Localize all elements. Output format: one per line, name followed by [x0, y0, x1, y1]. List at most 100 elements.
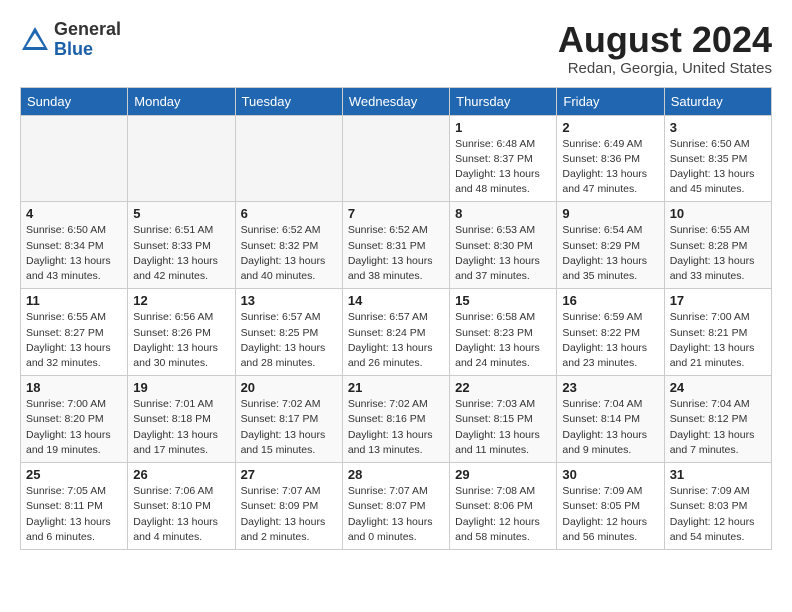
calendar-cell: 27 Sunrise: 7:07 AMSunset: 8:09 PMDayligh… — [235, 463, 342, 550]
weekday-header-saturday: Saturday — [664, 87, 771, 115]
day-number: 24 — [670, 380, 766, 395]
calendar-week-5: 25 Sunrise: 7:05 AMSunset: 8:11 PMDayligh… — [21, 463, 772, 550]
day-info: Sunrise: 6:53 AMSunset: 8:30 PMDaylight:… — [455, 223, 551, 284]
day-info: Sunrise: 7:00 AMSunset: 8:21 PMDaylight:… — [670, 310, 766, 371]
calendar-cell: 21 Sunrise: 7:02 AMSunset: 8:16 PMDayligh… — [342, 376, 449, 463]
day-info: Sunrise: 7:03 AMSunset: 8:15 PMDaylight:… — [455, 397, 551, 458]
day-number: 1 — [455, 120, 551, 135]
calendar-week-2: 4Sunrise: 6:50 AMSunset: 8:34 PMDaylight… — [21, 202, 772, 289]
day-number: 17 — [670, 293, 766, 308]
day-info: Sunrise: 7:07 AMSunset: 8:09 PMDaylight:… — [241, 484, 337, 545]
day-number: 20 — [241, 380, 337, 395]
day-number: 23 — [562, 380, 658, 395]
day-number: 18 — [26, 380, 122, 395]
calendar-cell: 22 Sunrise: 7:03 AMSunset: 8:15 PMDayligh… — [450, 376, 557, 463]
day-info: Sunrise: 7:09 AMSunset: 8:05 PMDaylight:… — [562, 484, 658, 545]
calendar-table: SundayMondayTuesdayWednesdayThursdayFrid… — [20, 87, 772, 550]
calendar-cell: 8Sunrise: 6:53 AMSunset: 8:30 PMDaylight… — [450, 202, 557, 289]
calendar-cell: 23 Sunrise: 7:04 AMSunset: 8:14 PMDayligh… — [557, 376, 664, 463]
logo-blue: Blue — [54, 39, 93, 59]
day-number: 29 — [455, 467, 551, 482]
day-number: 26 — [133, 467, 229, 482]
logo-general: General — [54, 19, 121, 39]
day-info: Sunrise: 6:49 AMSunset: 8:36 PMDaylight:… — [562, 137, 658, 198]
calendar-cell — [235, 115, 342, 202]
day-number: 9 — [562, 206, 658, 221]
calendar-cell: 19 Sunrise: 7:01 AMSunset: 8:18 PMDayligh… — [128, 376, 235, 463]
day-number: 22 — [455, 380, 551, 395]
calendar-cell: 7 Sunrise: 6:52 AMSunset: 8:31 PMDaylight… — [342, 202, 449, 289]
day-number: 14 — [348, 293, 444, 308]
calendar-cell — [342, 115, 449, 202]
calendar-week-1: 1 Sunrise: 6:48 AMSunset: 8:37 PMDaylight… — [21, 115, 772, 202]
calendar-cell: 28Sunrise: 7:07 AMSunset: 8:07 PMDayligh… — [342, 463, 449, 550]
day-info: Sunrise: 6:58 AMSunset: 8:23 PMDaylight:… — [455, 310, 551, 371]
weekday-header-monday: Monday — [128, 87, 235, 115]
calendar-cell: 6Sunrise: 6:52 AMSunset: 8:32 PMDaylight… — [235, 202, 342, 289]
weekday-header-sunday: Sunday — [21, 87, 128, 115]
calendar-cell: 14Sunrise: 6:57 AMSunset: 8:24 PMDayligh… — [342, 289, 449, 376]
calendar-cell: 30 Sunrise: 7:09 AMSunset: 8:05 PMDayligh… — [557, 463, 664, 550]
day-info: Sunrise: 6:57 AMSunset: 8:25 PMDaylight:… — [241, 310, 337, 371]
calendar-cell: 18 Sunrise: 7:00 AMSunset: 8:20 PMDayligh… — [21, 376, 128, 463]
calendar-cell: 29Sunrise: 7:08 AMSunset: 8:06 PMDayligh… — [450, 463, 557, 550]
day-number: 25 — [26, 467, 122, 482]
calendar-week-3: 11Sunrise: 6:55 AMSunset: 8:27 PMDayligh… — [21, 289, 772, 376]
calendar-week-4: 18 Sunrise: 7:00 AMSunset: 8:20 PMDayligh… — [21, 376, 772, 463]
calendar-cell: 10Sunrise: 6:55 AMSunset: 8:28 PMDayligh… — [664, 202, 771, 289]
calendar-cell — [128, 115, 235, 202]
day-number: 12 — [133, 293, 229, 308]
calendar-cell: 16Sunrise: 6:59 AMSunset: 8:22 PMDayligh… — [557, 289, 664, 376]
weekday-header-thursday: Thursday — [450, 87, 557, 115]
day-number: 6 — [241, 206, 337, 221]
day-number: 3 — [670, 120, 766, 135]
day-info: Sunrise: 7:04 AMSunset: 8:12 PMDaylight:… — [670, 397, 766, 458]
weekday-header-row: SundayMondayTuesdayWednesdayThursdayFrid… — [21, 87, 772, 115]
day-number: 31 — [670, 467, 766, 482]
calendar-cell: 17 Sunrise: 7:00 AMSunset: 8:21 PMDayligh… — [664, 289, 771, 376]
logo-icon — [20, 25, 50, 55]
day-number: 4 — [26, 206, 122, 221]
calendar-cell — [21, 115, 128, 202]
calendar-cell: 20Sunrise: 7:02 AMSunset: 8:17 PMDayligh… — [235, 376, 342, 463]
logo: General Blue — [20, 20, 121, 60]
day-info: Sunrise: 6:48 AMSunset: 8:37 PMDaylight:… — [455, 137, 551, 198]
day-number: 15 — [455, 293, 551, 308]
day-info: Sunrise: 6:52 AMSunset: 8:31 PMDaylight:… — [348, 223, 444, 284]
calendar-cell: 24 Sunrise: 7:04 AMSunset: 8:12 PMDayligh… — [664, 376, 771, 463]
day-info: Sunrise: 6:56 AMSunset: 8:26 PMDaylight:… — [133, 310, 229, 371]
day-number: 30 — [562, 467, 658, 482]
logo-text: General Blue — [54, 20, 121, 60]
day-number: 13 — [241, 293, 337, 308]
day-number: 11 — [26, 293, 122, 308]
calendar-cell: 31 Sunrise: 7:09 AMSunset: 8:03 PMDayligh… — [664, 463, 771, 550]
day-info: Sunrise: 7:00 AMSunset: 8:20 PMDaylight:… — [26, 397, 122, 458]
title-block: August 2024 Redan, Georgia, United State… — [558, 20, 772, 77]
day-info: Sunrise: 7:04 AMSunset: 8:14 PMDaylight:… — [562, 397, 658, 458]
day-number: 19 — [133, 380, 229, 395]
weekday-header-wednesday: Wednesday — [342, 87, 449, 115]
calendar-cell: 2Sunrise: 6:49 AMSunset: 8:36 PMDaylight… — [557, 115, 664, 202]
day-info: Sunrise: 7:06 AMSunset: 8:10 PMDaylight:… — [133, 484, 229, 545]
day-info: Sunrise: 7:05 AMSunset: 8:11 PMDaylight:… — [26, 484, 122, 545]
day-info: Sunrise: 6:51 AMSunset: 8:33 PMDaylight:… — [133, 223, 229, 284]
day-info: Sunrise: 7:09 AMSunset: 8:03 PMDaylight:… — [670, 484, 766, 545]
day-number: 5 — [133, 206, 229, 221]
weekday-header-friday: Friday — [557, 87, 664, 115]
day-number: 16 — [562, 293, 658, 308]
calendar-cell: 11Sunrise: 6:55 AMSunset: 8:27 PMDayligh… — [21, 289, 128, 376]
calendar-cell: 12 Sunrise: 6:56 AMSunset: 8:26 PMDayligh… — [128, 289, 235, 376]
calendar-cell: 1 Sunrise: 6:48 AMSunset: 8:37 PMDaylight… — [450, 115, 557, 202]
day-info: Sunrise: 7:01 AMSunset: 8:18 PMDaylight:… — [133, 397, 229, 458]
calendar-cell: 25 Sunrise: 7:05 AMSunset: 8:11 PMDayligh… — [21, 463, 128, 550]
calendar-cell: 3Sunrise: 6:50 AMSunset: 8:35 PMDaylight… — [664, 115, 771, 202]
calendar-cell: 13 Sunrise: 6:57 AMSunset: 8:25 PMDayligh… — [235, 289, 342, 376]
day-number: 28 — [348, 467, 444, 482]
calendar-cell: 15 Sunrise: 6:58 AMSunset: 8:23 PMDayligh… — [450, 289, 557, 376]
day-number: 27 — [241, 467, 337, 482]
day-number: 7 — [348, 206, 444, 221]
day-info: Sunrise: 6:55 AMSunset: 8:28 PMDaylight:… — [670, 223, 766, 284]
day-info: Sunrise: 6:54 AMSunset: 8:29 PMDaylight:… — [562, 223, 658, 284]
day-info: Sunrise: 7:02 AMSunset: 8:16 PMDaylight:… — [348, 397, 444, 458]
day-number: 21 — [348, 380, 444, 395]
